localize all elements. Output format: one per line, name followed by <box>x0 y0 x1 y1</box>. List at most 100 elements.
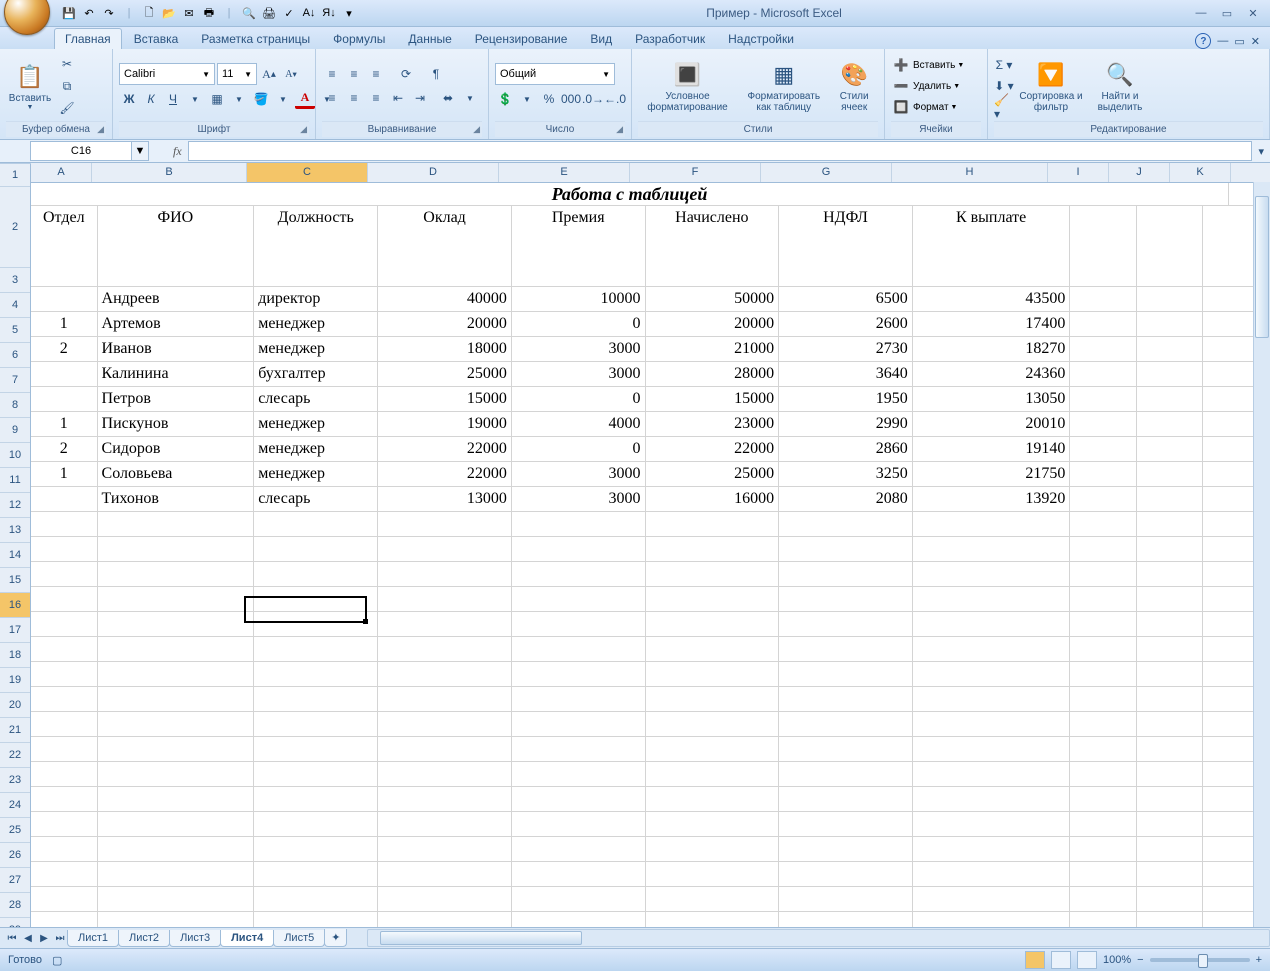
cell-H22[interactable] <box>913 762 1071 786</box>
cell-I28[interactable] <box>1070 912 1137 927</box>
cell-D10[interactable]: 22000 <box>378 462 512 486</box>
cell-B12[interactable] <box>98 512 255 536</box>
cell-I8[interactable] <box>1070 412 1137 436</box>
cell-A7[interactable] <box>31 387 98 411</box>
cell-C12[interactable] <box>254 512 378 536</box>
align-top-icon[interactable]: ≡ <box>322 64 342 84</box>
cell-H12[interactable] <box>913 512 1071 536</box>
cell-F7[interactable]: 15000 <box>646 387 780 411</box>
cell-E2[interactable]: Премия <box>512 206 646 289</box>
cell-D19[interactable] <box>378 687 512 711</box>
doc-close-button[interactable]: ✕ <box>1251 35 1260 48</box>
cell-H19[interactable] <box>913 687 1071 711</box>
cell-G28[interactable] <box>779 912 913 927</box>
cell-C15[interactable] <box>254 587 378 611</box>
row-header-20[interactable]: 20 <box>0 693 30 718</box>
cell-F13[interactable] <box>646 537 780 561</box>
cell-A24[interactable] <box>31 812 98 836</box>
format-cells-icon[interactable]: 🔲 <box>891 97 911 117</box>
cell-D18[interactable] <box>378 662 512 686</box>
cell-G8[interactable]: 2990 <box>779 412 913 436</box>
cell-C14[interactable] <box>254 562 378 586</box>
minimize-button[interactable]: — <box>1190 5 1212 21</box>
cell-F24[interactable] <box>646 812 780 836</box>
cell-I16[interactable] <box>1070 612 1137 636</box>
name-box-arrow-icon[interactable]: ▼ <box>132 141 149 161</box>
cell-H24[interactable] <box>913 812 1071 836</box>
cell-H9[interactable]: 19140 <box>913 437 1071 461</box>
cell-G11[interactable]: 2080 <box>779 487 913 511</box>
cell-C7[interactable]: слесарь <box>254 387 378 411</box>
cell-G17[interactable] <box>779 637 913 661</box>
col-header-D[interactable]: D <box>368 163 499 182</box>
redo-icon[interactable]: ↷ <box>100 4 118 22</box>
cell-J21[interactable] <box>1137 737 1204 761</box>
row-header-12[interactable]: 12 <box>0 493 30 518</box>
decrease-decimal-icon[interactable]: ←.0 <box>605 89 625 109</box>
cell-G16[interactable] <box>779 612 913 636</box>
cell-B2[interactable]: ФИО <box>98 206 255 289</box>
delete-cells-icon[interactable]: ➖ <box>891 76 911 96</box>
cell-E18[interactable] <box>512 662 646 686</box>
open-icon[interactable]: 📂 <box>160 4 178 22</box>
delete-cells-button[interactable]: Удалить <box>913 81 951 92</box>
cell-J19[interactable] <box>1137 687 1204 711</box>
merge-icon[interactable]: ⬌ <box>438 88 458 108</box>
new-icon[interactable]: 🗋 <box>140 4 158 22</box>
cell-C17[interactable] <box>254 637 378 661</box>
cell-C23[interactable] <box>254 787 378 811</box>
cell-A22[interactable] <box>31 762 98 786</box>
cell-J6[interactable] <box>1137 362 1204 386</box>
tab-developer[interactable]: Разработчик <box>624 28 716 49</box>
cell-F28[interactable] <box>646 912 780 927</box>
cell-G27[interactable] <box>779 887 913 911</box>
sheet-nav-last-icon[interactable]: ⏭ <box>52 930 68 946</box>
cell-E19[interactable] <box>512 687 646 711</box>
print-icon[interactable]: 🖨 <box>260 4 278 22</box>
cell-B27[interactable] <box>98 887 255 911</box>
row-header-27[interactable]: 27 <box>0 868 30 893</box>
undo-icon[interactable]: ↶ <box>80 4 98 22</box>
paste-button[interactable]: 📋Вставить▼ <box>6 53 54 119</box>
cell-E10[interactable]: 3000 <box>512 462 646 486</box>
sheet-nav-prev-icon[interactable]: ◀ <box>20 930 36 946</box>
cell-B3[interactable]: Андреев <box>98 287 255 311</box>
cell-F27[interactable] <box>646 887 780 911</box>
cell-F10[interactable]: 25000 <box>646 462 780 486</box>
cell-C8[interactable]: менеджер <box>254 412 378 436</box>
cell-D26[interactable] <box>378 862 512 886</box>
cell-B17[interactable] <box>98 637 255 661</box>
cell-J16[interactable] <box>1137 612 1204 636</box>
cell-I7[interactable] <box>1070 387 1137 411</box>
cell-G25[interactable] <box>779 837 913 861</box>
wrap-text-icon[interactable]: ¶ <box>426 64 446 84</box>
cell-D14[interactable] <box>378 562 512 586</box>
cell-H5[interactable]: 18270 <box>913 337 1071 361</box>
cell-F12[interactable] <box>646 512 780 536</box>
cell-E4[interactable]: 0 <box>512 312 646 336</box>
zoom-slider[interactable] <box>1150 958 1250 962</box>
cell-G3[interactable]: 6500 <box>779 287 913 311</box>
cell-E5[interactable]: 3000 <box>512 337 646 361</box>
cell-A16[interactable] <box>31 612 98 636</box>
cell-B4[interactable]: Артемов <box>98 312 255 336</box>
cell-F15[interactable] <box>646 587 780 611</box>
cell-D11[interactable]: 13000 <box>378 487 512 511</box>
quickprint-icon[interactable]: 🖶 <box>200 4 218 22</box>
cell-F8[interactable]: 23000 <box>646 412 780 436</box>
cell-A6[interactable] <box>31 362 98 386</box>
autosum-icon[interactable]: Σ ▾ <box>994 55 1014 75</box>
cell-A28[interactable] <box>31 912 98 927</box>
cell-C2[interactable]: Должность <box>254 206 378 289</box>
cell-I23[interactable] <box>1070 787 1137 811</box>
cell-I25[interactable] <box>1070 837 1137 861</box>
underline-icon[interactable]: Ч <box>163 89 183 109</box>
cell-C22[interactable] <box>254 762 378 786</box>
row-header-24[interactable]: 24 <box>0 793 30 818</box>
cell-F4[interactable]: 20000 <box>646 312 780 336</box>
cell-B22[interactable] <box>98 762 255 786</box>
currency-icon[interactable]: 💲 <box>495 89 515 109</box>
cell-C5[interactable]: менеджер <box>254 337 378 361</box>
conditional-formatting-button[interactable]: 🔳Условное форматирование <box>638 53 737 119</box>
row-header-29[interactable]: 29 <box>0 918 30 927</box>
